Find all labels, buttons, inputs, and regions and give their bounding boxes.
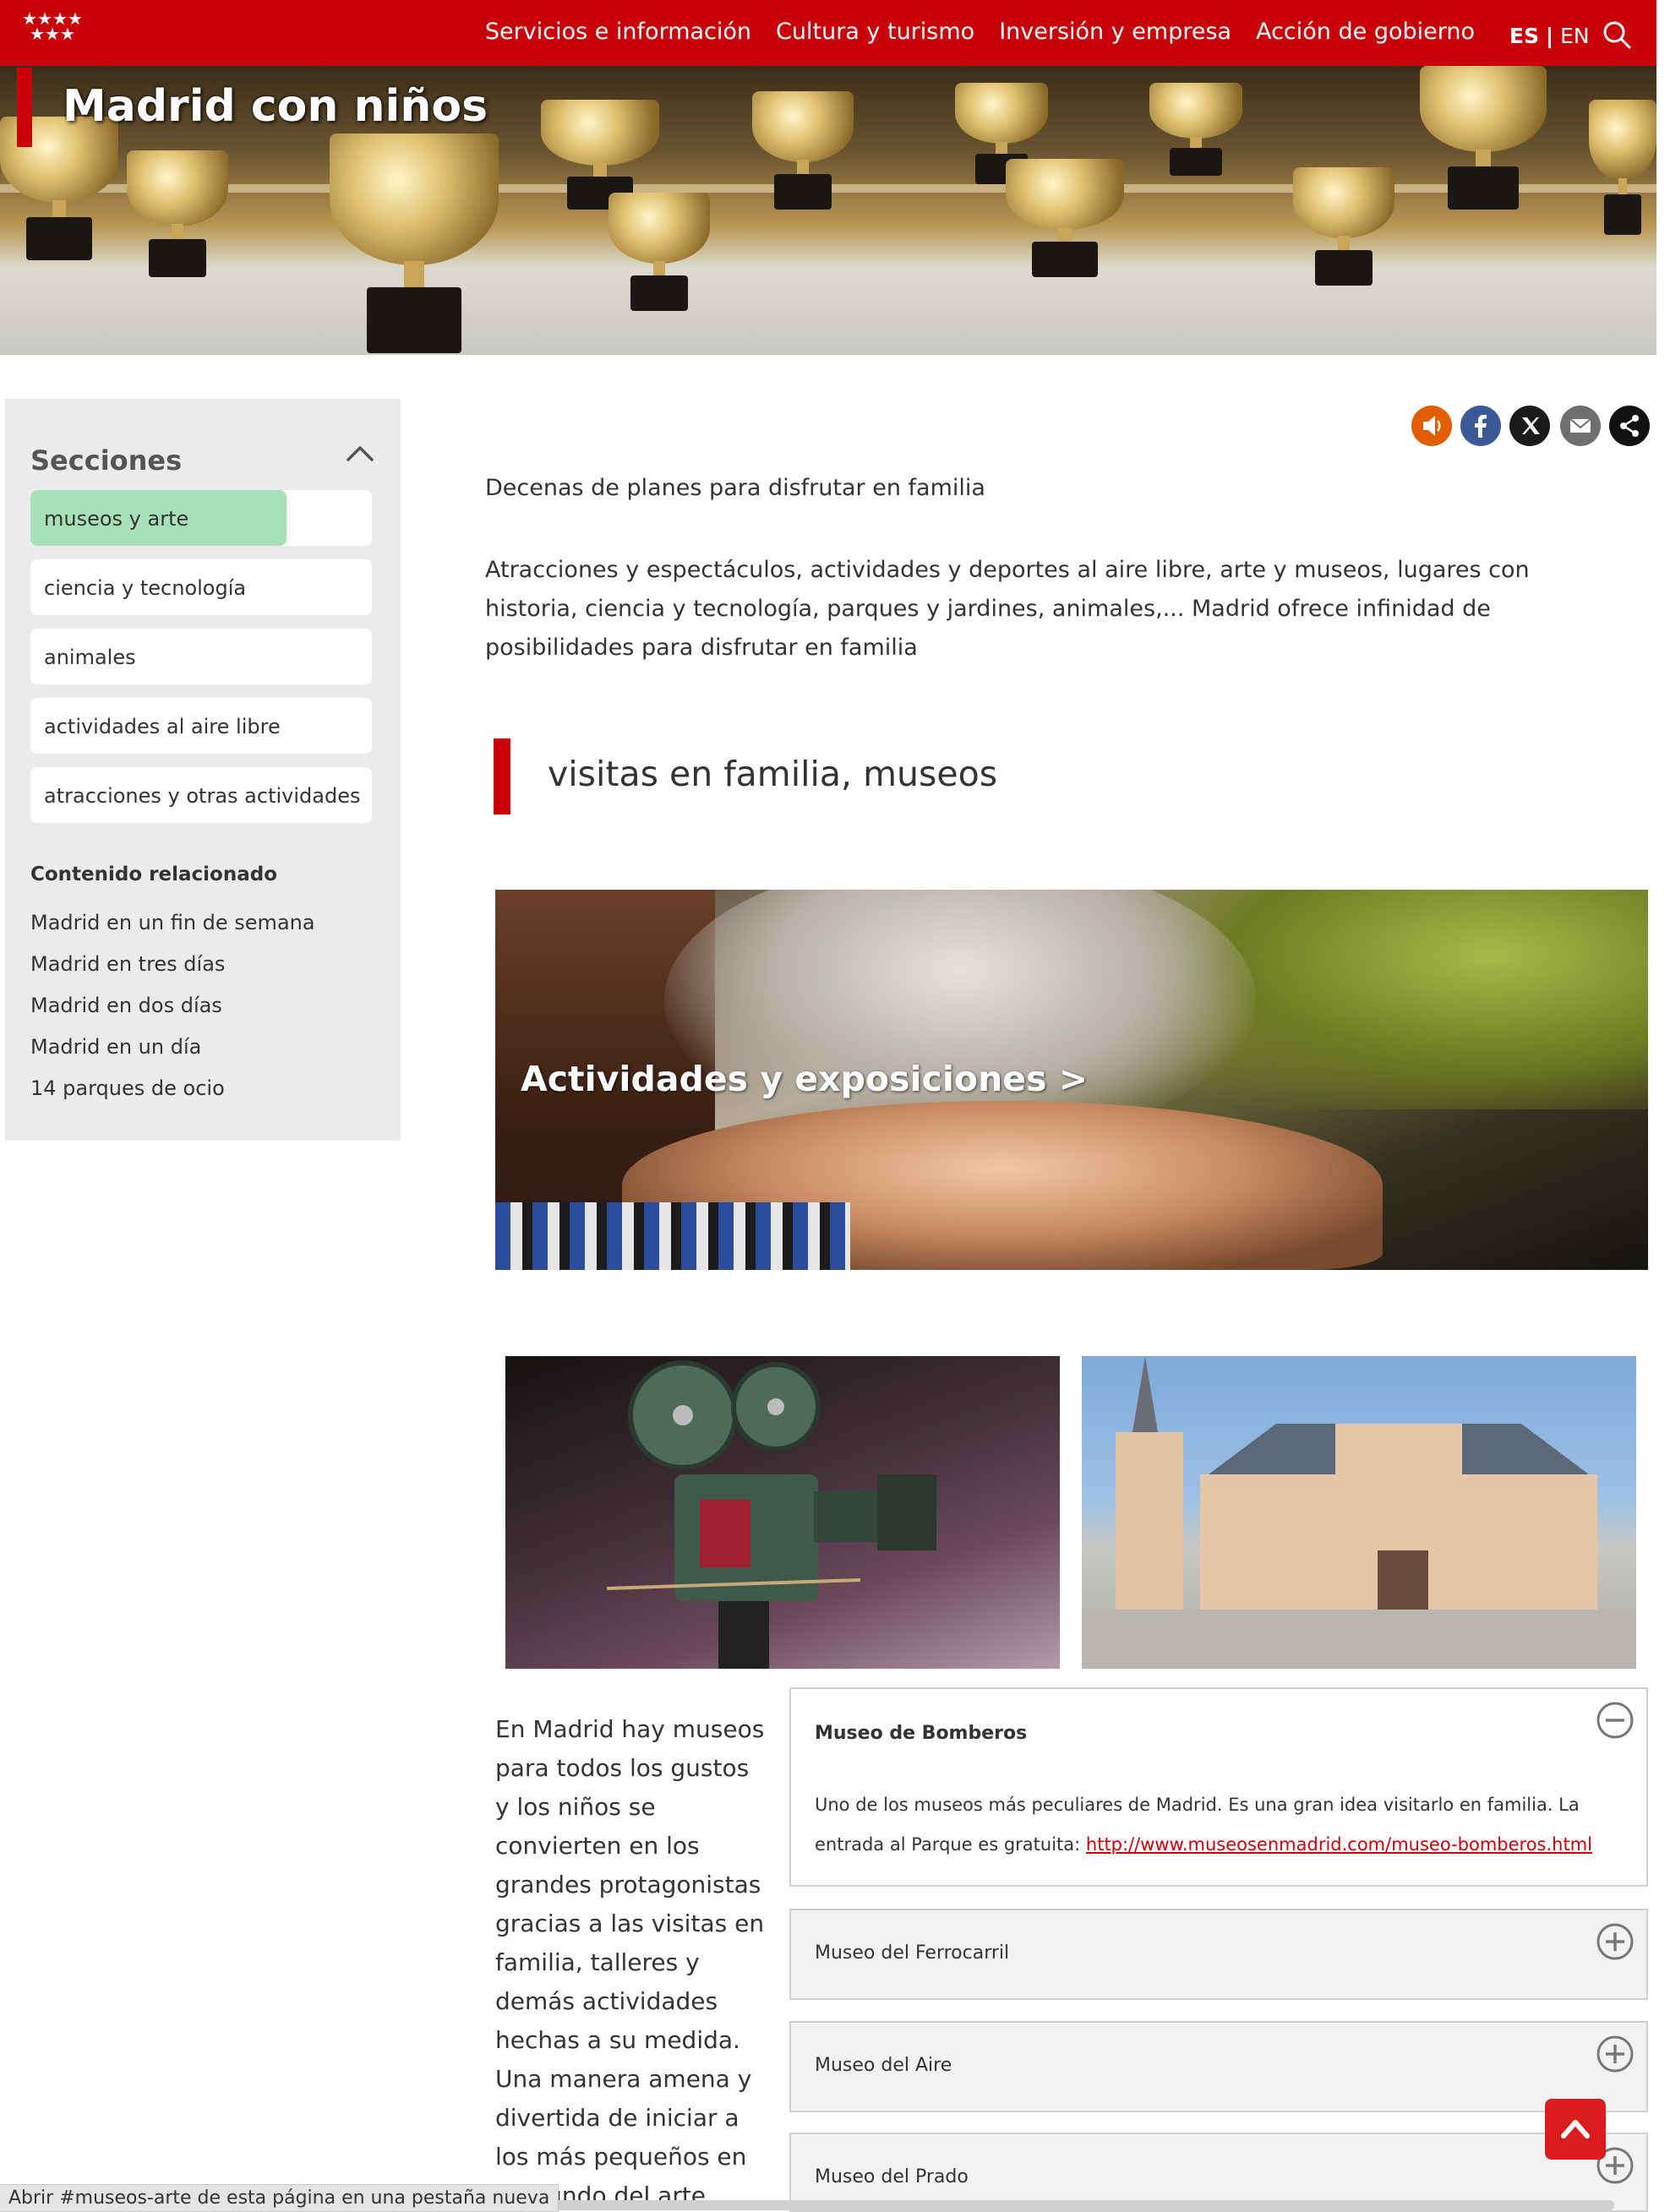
plus-circle-icon[interactable] xyxy=(1596,1922,1635,1961)
feature-image-part xyxy=(495,1202,850,1270)
main-nav: Servicios e información Cultura y turism… xyxy=(485,19,1475,45)
lang-separator: | xyxy=(1546,24,1554,48)
trophy-image xyxy=(127,150,228,277)
film-projector-image xyxy=(505,1356,1060,1669)
browser-status-bar: Abrir #museos-arte de esta página en una… xyxy=(0,2184,559,2212)
star-icon: ★ xyxy=(45,24,60,44)
feature-label: Actividades y exposiciones > xyxy=(521,1059,1089,1099)
accordion-body: Uno de los museos más peculiares de Madr… xyxy=(815,1785,1609,1865)
sidebar-item-label: actividades al aire libre xyxy=(44,715,281,738)
intro-subtitle: Decenas de planes para disfrutar en fami… xyxy=(485,475,985,501)
lang-es[interactable]: ES xyxy=(1509,24,1539,48)
sidebar: Secciones museos y arte ciencia y tecnol… xyxy=(5,399,401,1141)
facebook-icon[interactable] xyxy=(1460,406,1501,446)
sidebar-title: Secciones xyxy=(30,444,183,477)
sidebar-item-actividades[interactable]: actividades al aire libre xyxy=(30,698,372,754)
trophy-image xyxy=(609,193,710,311)
museo-bomberos-link[interactable]: http://www.museosenmadrid.com/museo-bomb… xyxy=(1086,1834,1592,1855)
feature-banner-link[interactable]: Actividades y exposiciones > xyxy=(495,890,1648,1270)
plus-circle-icon[interactable] xyxy=(1596,2035,1635,2073)
accordion-museo-aire[interactable]: Museo del Aire xyxy=(789,2021,1648,2112)
nav-accion[interactable]: Acción de gobierno xyxy=(1256,19,1475,45)
accordion-title: Museo del Prado xyxy=(815,2166,969,2187)
accordion-title: Museo del Aire xyxy=(815,2055,952,2076)
trophy-image xyxy=(330,133,499,353)
accordion-museo-bomberos[interactable]: Museo de Bomberos Uno de los museos más … xyxy=(789,1687,1648,1887)
sidebar-item-ciencia[interactable]: ciencia y tecnología xyxy=(30,559,372,615)
trophy-image xyxy=(1006,159,1124,277)
related-link[interactable]: Madrid en un fin de semana xyxy=(30,911,315,934)
audio-icon[interactable] xyxy=(1411,406,1452,446)
sidebar-item-atracciones[interactable]: atracciones y otras actividades xyxy=(30,767,372,823)
trophy-image xyxy=(1293,167,1394,286)
sidebar-item-label: ciencia y tecnología xyxy=(44,576,247,600)
museo-aire-building-image xyxy=(1082,1356,1636,1669)
chevron-up-icon xyxy=(1561,2120,1590,2138)
related-link[interactable]: 14 parques de ocio xyxy=(30,1076,225,1100)
related-link[interactable]: Madrid en dos días xyxy=(30,994,222,1017)
back-to-top-button[interactable] xyxy=(1545,2099,1606,2160)
star-icon: ★ xyxy=(60,24,75,44)
x-twitter-icon[interactable] xyxy=(1509,406,1550,446)
related-link[interactable]: Madrid en tres días xyxy=(30,952,225,976)
comunidad-madrid-logo[interactable]: ★ ★ ★ ★ ★ ★ ★ xyxy=(22,10,103,46)
sidebar-item-museos[interactable]: museos y arte xyxy=(30,490,372,546)
lang-en[interactable]: EN xyxy=(1560,24,1590,48)
sidebar-item-label: animales xyxy=(44,646,136,669)
trophy-image xyxy=(1149,83,1242,176)
related-link[interactable]: Madrid en un día xyxy=(30,1035,201,1059)
nav-servicios[interactable]: Servicios e información xyxy=(485,19,751,45)
nav-inversion[interactable]: Inversión y empresa xyxy=(999,19,1231,45)
sidebar-item-label: museos y arte xyxy=(44,507,189,531)
minus-circle-icon[interactable] xyxy=(1596,1701,1635,1740)
nav-cultura[interactable]: Cultura y turismo xyxy=(776,19,974,45)
intro-paragraph: Atracciones y espectáculos, actividades … xyxy=(485,557,1530,661)
sidebar-item-label: atracciones y otras actividades xyxy=(44,784,361,808)
trophy-image xyxy=(1420,66,1547,210)
search-icon[interactable] xyxy=(1602,20,1631,49)
accordion-museo-ferrocarril[interactable]: Museo del Ferrocarril xyxy=(789,1909,1648,2000)
museos-paragraph: En Madrid hay museos para todos los gust… xyxy=(495,1715,765,2209)
chevron-up-icon[interactable] xyxy=(343,441,377,466)
section-title: visitas en familia, museos xyxy=(548,754,998,794)
section-accent-bar xyxy=(494,738,510,815)
star-icon: ★ xyxy=(30,24,45,44)
trophy-image xyxy=(1589,100,1656,235)
hero-accent-bar xyxy=(17,68,32,147)
related-content-title: Contenido relacionado xyxy=(30,864,278,885)
accordion-title: Museo de Bomberos xyxy=(815,1723,1028,1744)
top-navigation-bar: ★ ★ ★ ★ ★ ★ ★ Servicios e información Cu… xyxy=(0,0,1656,66)
page-title: Madrid con niños xyxy=(63,81,488,132)
trophy-image xyxy=(752,91,854,210)
share-icon[interactable] xyxy=(1609,406,1650,446)
sidebar-item-animales[interactable]: animales xyxy=(30,629,372,684)
accordion-title: Museo del Ferrocarril xyxy=(815,1942,1010,1964)
language-switch: ES | EN xyxy=(1509,24,1590,48)
email-icon[interactable] xyxy=(1560,406,1601,446)
hero-banner: Madrid con niños xyxy=(0,66,1656,355)
